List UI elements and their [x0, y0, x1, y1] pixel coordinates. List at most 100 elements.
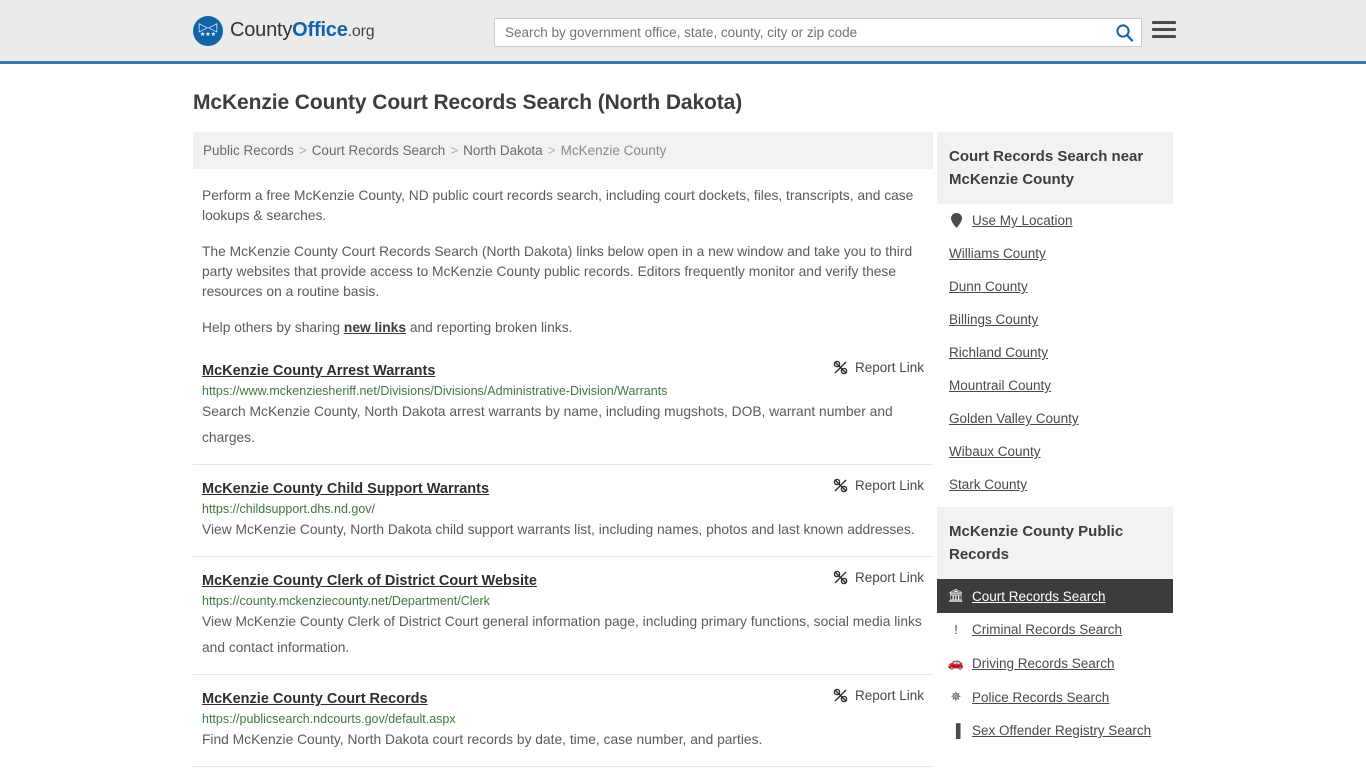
nearby-county-label: Stark County — [949, 477, 1028, 492]
result-title-link[interactable]: McKenzie County Child Support Warrants — [202, 481, 489, 497]
result-item: McKenzie County Court Records Report Link… — [193, 688, 933, 767]
sidebar: Court Records Search near McKenzie Count… — [937, 132, 1173, 753]
nearby-county-item[interactable]: Golden Valley County — [937, 402, 1173, 435]
nearby-county-label: Williams County — [949, 246, 1046, 261]
nearby-county-item[interactable]: Mountrail County — [937, 369, 1173, 402]
public-records-panel: McKenzie County Public Records 🏛 Court Re… — [937, 507, 1173, 747]
nearby-county-item[interactable]: Dunn County — [937, 270, 1173, 303]
logo-prefix: County — [230, 19, 293, 41]
report-link-label: Report Link — [854, 360, 924, 375]
public-records-item[interactable]: ▐ Sex Offender Registry Search — [937, 714, 1173, 747]
results-list: McKenzie County Arrest Warrants Report Li… — [193, 360, 933, 767]
public-records-item[interactable]: ✵ Police Records Search — [937, 680, 1173, 714]
nearby-county-label: Billings County — [949, 312, 1039, 327]
county-office-emblem-icon: ▷◁ ★★★ — [193, 15, 223, 46]
main-column: Public Records > Court Records Search > Nort… — [193, 132, 933, 768]
breadcrumb-separator: > — [547, 143, 556, 158]
public-records-item[interactable]: 🏛 Court Records Search — [937, 579, 1173, 613]
nearby-county-item[interactable]: Richland County — [937, 336, 1173, 369]
fingerprint-icon: ▐ — [951, 723, 961, 738]
nearby-county-item[interactable]: Billings County — [937, 303, 1173, 336]
hamburger-bar — [1152, 35, 1176, 38]
result-description: Search McKenzie County, North Dakota arr… — [202, 404, 893, 445]
breadcrumb-item-3[interactable]: North Dakota — [463, 143, 543, 158]
result-header: McKenzie County Court Records Report Link — [202, 688, 924, 707]
intro-paragraph-3: Help others by sharing new links and rep… — [202, 318, 924, 338]
result-item: McKenzie County Child Support Warrants Re… — [193, 478, 933, 557]
public-records-list: 🏛 Court Records Search ! Criminal Records S… — [937, 579, 1173, 747]
new-links-link[interactable]: new links — [344, 320, 406, 335]
nearby-county-label: Wibaux County — [949, 444, 1041, 459]
hamburger-bar — [1152, 28, 1176, 31]
nearby-panel: Court Records Search near McKenzie Count… — [937, 132, 1173, 501]
public-records-item[interactable]: 🚗 Driving Records Search — [937, 646, 1173, 680]
result-header: McKenzie County Arrest Warrants Report Li… — [202, 360, 924, 379]
nearby-county-label: Golden Valley County — [949, 411, 1079, 426]
result-header: McKenzie County Clerk of District Court … — [202, 570, 924, 589]
public-records-item-label: Court Records Search — [972, 588, 1106, 604]
result-description: View McKenzie County, North Dakota child… — [202, 522, 915, 537]
logo-bold: Office — [292, 19, 348, 41]
intro-paragraph-1: Perform a free McKenzie County, ND publi… — [202, 188, 914, 223]
eagle-icon: ▷◁ — [198, 20, 218, 34]
map-pin-icon — [949, 213, 963, 228]
breadcrumb-item-2[interactable]: Court Records Search — [312, 143, 446, 158]
nearby-county-label: Dunn County — [949, 279, 1028, 294]
result-title-link[interactable]: McKenzie County Court Records — [202, 691, 428, 707]
result-url[interactable]: https://county.mckenziecounty.net/Depart… — [202, 594, 924, 608]
search-box — [494, 18, 1142, 47]
breadcrumb-item-1[interactable]: Public Records — [203, 143, 294, 158]
site-header: ▷◁ ★★★ CountyOffice.org — [0, 0, 1366, 64]
breadcrumb-separator: > — [450, 143, 459, 158]
result-item: McKenzie County Clerk of District Court … — [193, 570, 933, 675]
search-button[interactable] — [1107, 19, 1141, 46]
result-item: McKenzie County Arrest Warrants Report Li… — [193, 360, 933, 465]
result-header: McKenzie County Child Support Warrants Re… — [202, 478, 924, 497]
public-records-panel-header: McKenzie County Public Records — [937, 507, 1173, 579]
public-records-item-label: Criminal Records Search — [972, 622, 1123, 637]
nearby-county-item[interactable]: Williams County — [937, 237, 1173, 270]
breadcrumb-separator: > — [298, 143, 307, 158]
nearby-county-item[interactable]: Stark County — [937, 468, 1173, 501]
public-records-item-label: Police Records Search — [972, 689, 1110, 705]
broken-link-icon — [833, 360, 848, 375]
nearby-county-label: Richland County — [949, 345, 1049, 360]
result-description: View McKenzie County Clerk of District C… — [202, 614, 922, 655]
courthouse-icon: 🏛 — [947, 588, 965, 603]
nearby-county-list: Williams County Dunn County Billings Count… — [937, 237, 1173, 501]
result-url[interactable]: https://publicsearch.ndcourts.gov/defaul… — [202, 712, 924, 726]
report-link-button[interactable]: Report Link — [821, 360, 924, 375]
public-records-item[interactable]: ! Criminal Records Search — [937, 613, 1173, 646]
search-icon — [1115, 24, 1133, 42]
report-link-button[interactable]: Report Link — [821, 570, 924, 585]
share-text-before: Help others by sharing — [202, 320, 344, 335]
stars-icon: ★★★ — [199, 32, 217, 38]
search-input[interactable] — [495, 19, 1107, 46]
result-title-link[interactable]: McKenzie County Clerk of District Court … — [202, 573, 537, 589]
logo-wordmark: CountyOffice.org — [230, 19, 375, 42]
share-text-after: and reporting broken links. — [406, 320, 573, 335]
page-container: McKenzie County Court Records Search (No… — [0, 91, 1366, 768]
nearby-county-label: Mountrail County — [949, 378, 1052, 393]
report-link-button[interactable]: Report Link — [821, 688, 924, 703]
car-icon: 🚗 — [947, 655, 965, 670]
result-title-link[interactable]: McKenzie County Arrest Warrants — [202, 363, 435, 379]
broken-link-icon — [833, 688, 848, 703]
result-url[interactable]: https://childsupport.dhs.nd.gov/ — [202, 502, 924, 516]
result-url[interactable]: https://www.mckenziesheriff.net/Division… — [202, 384, 924, 398]
logo-tld: .org — [347, 23, 375, 40]
use-my-location-label: Use My Location — [972, 213, 1073, 228]
breadcrumb-item-4: McKenzie County — [560, 143, 667, 158]
hamburger-menu-icon[interactable] — [1152, 21, 1176, 38]
site-logo[interactable]: ▷◁ ★★★ CountyOffice.org — [193, 15, 375, 46]
public-records-item-label: Driving Records Search — [972, 655, 1115, 671]
report-link-label: Report Link — [854, 570, 924, 585]
nearby-county-item[interactable]: Wibaux County — [937, 435, 1173, 468]
page-title: McKenzie County Court Records Search (No… — [193, 91, 743, 114]
hamburger-bar — [1152, 21, 1176, 24]
report-link-button[interactable]: Report Link — [821, 478, 924, 493]
public-records-item-label: Sex Offender Registry Search — [972, 723, 1152, 738]
report-link-label: Report Link — [854, 478, 924, 493]
content-columns: Public Records > Court Records Search > Nort… — [193, 132, 1173, 768]
use-my-location-item[interactable]: Use My Location — [937, 204, 1173, 237]
